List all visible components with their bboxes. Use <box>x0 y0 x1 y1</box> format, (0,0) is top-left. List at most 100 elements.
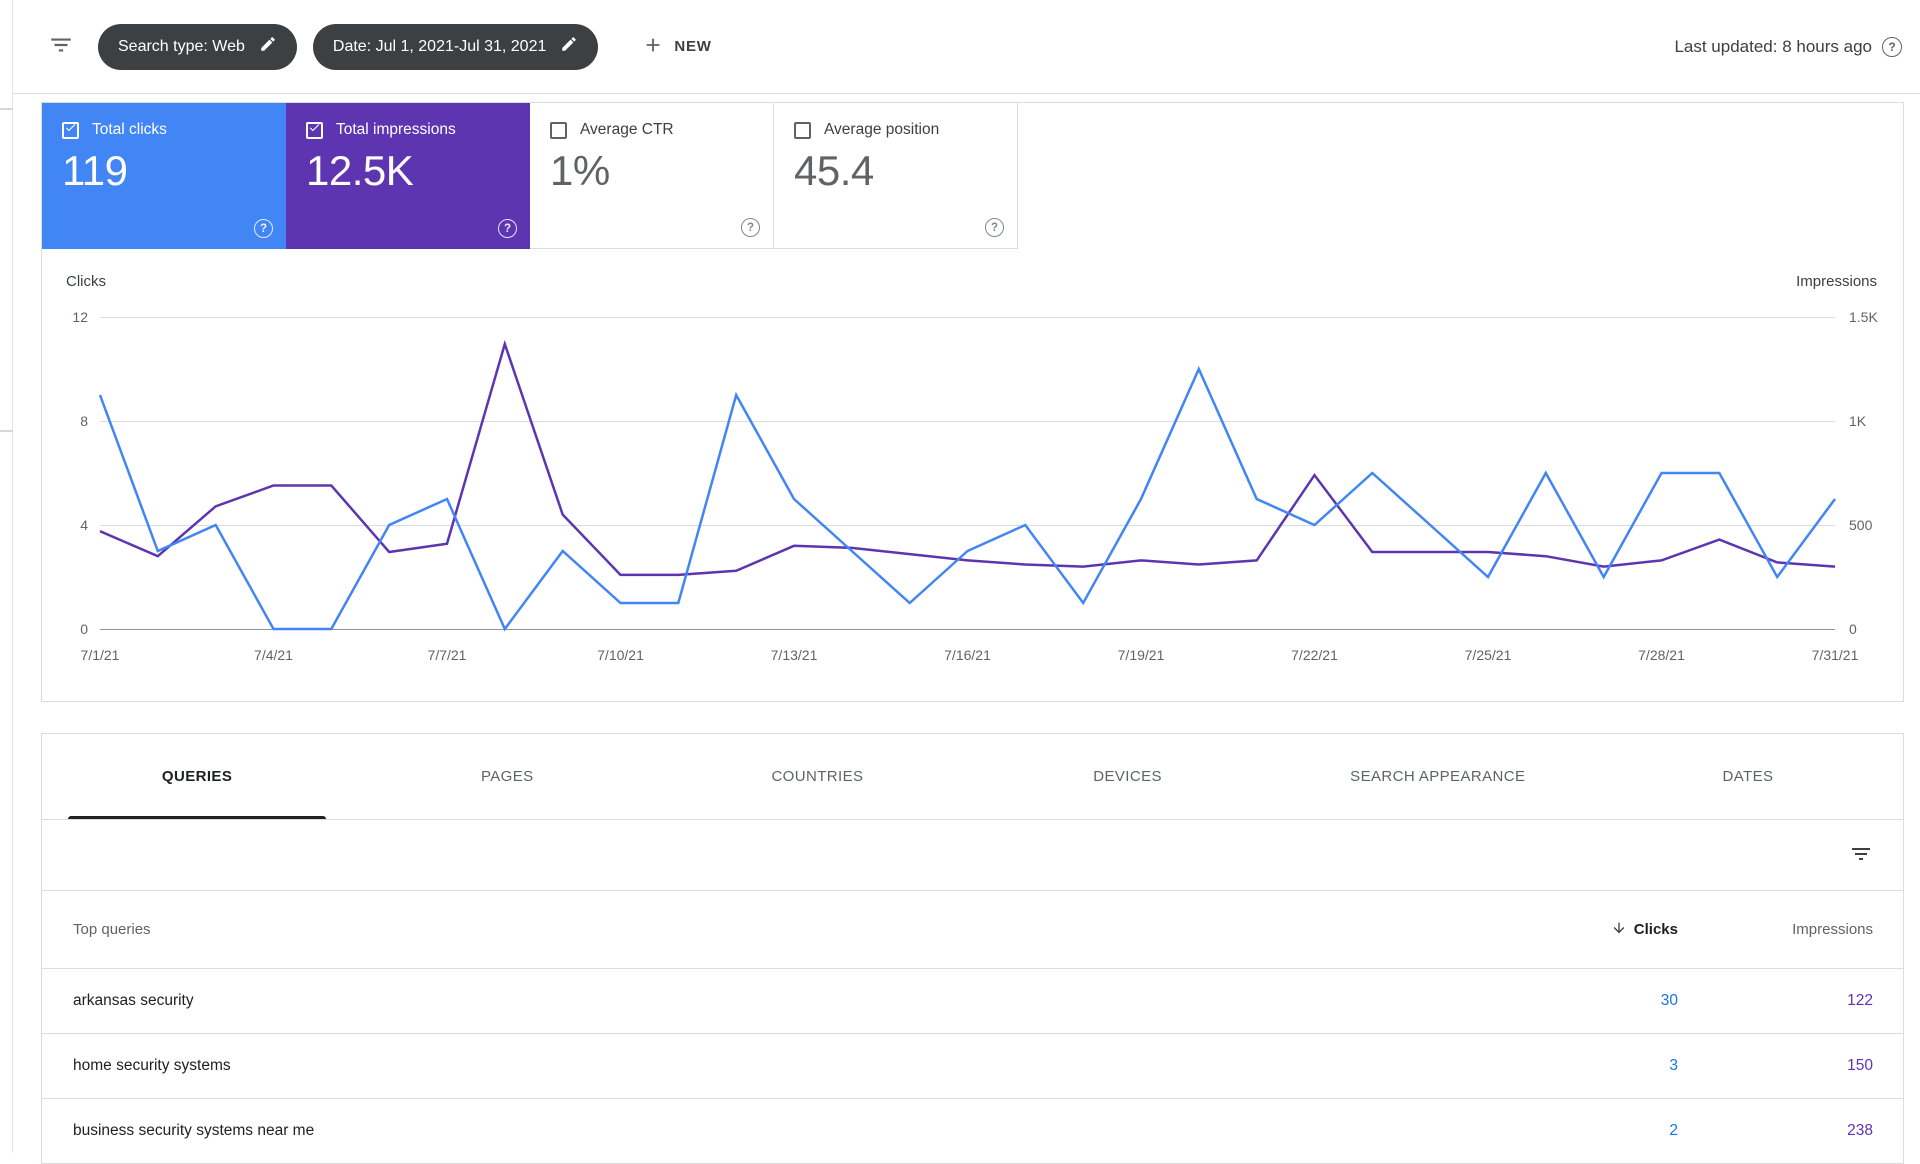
nav-rail-mark <box>0 108 13 110</box>
tab-label: SEARCH APPEARANCE <box>1350 768 1526 785</box>
clicks-line <box>98 365 1837 632</box>
table-row[interactable]: business security systems near me 2 238 <box>42 1099 1903 1164</box>
average-position-checkbox[interactable] <box>794 121 811 139</box>
plus-icon <box>642 34 664 60</box>
help-glyph: ? <box>503 222 512 235</box>
total-impressions-checkbox[interactable] <box>306 121 323 139</box>
search-type-chip-label: Search type: Web <box>118 37 245 55</box>
x-axis-tick: 7/19/21 <box>1117 647 1165 663</box>
help-icon[interactable]: ? <box>498 219 517 238</box>
metric-value: 45.4 <box>794 147 874 194</box>
table-tabs: QUERIES PAGES COUNTRIES DEVICES SEARCH APPEA… <box>42 734 1903 820</box>
x-axis-tick: 7/10/21 <box>597 647 644 663</box>
x-axis-tick: 7/1/21 <box>80 647 120 663</box>
metric-value: 12.5K <box>306 147 414 194</box>
average-position-card[interactable]: Average position 45.4 ? <box>774 103 1018 249</box>
table-body: arkansas security 30 122 home security syst… <box>42 969 1903 1164</box>
tab-queries[interactable]: QUERIES <box>42 734 352 819</box>
table-filter-button[interactable] <box>1849 842 1873 869</box>
chart-plot[interactable] <box>98 317 1837 632</box>
y-axis-tick-right: 1K <box>1849 413 1867 429</box>
filter-list-icon <box>48 32 74 61</box>
metric-label: Total clicks <box>92 121 167 138</box>
help-icon[interactable]: ? <box>254 219 273 238</box>
help-glyph: ? <box>990 221 999 234</box>
left-axis-title: Clicks <box>66 273 106 290</box>
new-filter-label: NEW <box>674 38 712 55</box>
table-filter-row <box>42 820 1903 891</box>
x-axis-tick: 7/22/21 <box>1291 647 1338 663</box>
date-range-chip-label: Date: Jul 1, 2021-Jul 31, 2021 <box>332 37 547 55</box>
nav-rail-mark <box>0 430 13 432</box>
edit-icon <box>560 35 578 58</box>
right-axis-title: Impressions <box>1796 273 1877 290</box>
impressions-cell: 122 <box>1847 992 1873 1009</box>
metric-label: Average CTR <box>580 121 674 138</box>
table-row[interactable]: home security systems 3 150 <box>42 1034 1903 1099</box>
y-axis-tick-right: 1.5K <box>1849 309 1878 325</box>
x-axis-tick: 7/28/21 <box>1638 647 1685 663</box>
clicks-header-label: Clicks <box>1633 921 1678 938</box>
impressions-column-header[interactable]: Impressions <box>1678 921 1903 938</box>
query-cell: arkansas security <box>73 992 194 1009</box>
x-axis-tick: 7/7/21 <box>427 647 467 663</box>
tab-pages[interactable]: PAGES <box>352 734 662 819</box>
tab-devices[interactable]: DEVICES <box>973 734 1283 819</box>
help-glyph: ? <box>259 222 268 235</box>
filter-button[interactable] <box>48 32 74 61</box>
help-icon[interactable]: ? <box>1882 36 1902 57</box>
date-range-chip[interactable]: Date: Jul 1, 2021-Jul 31, 2021 <box>312 23 599 70</box>
last-updated-text: Last updated: 8 hours ago <box>1674 36 1872 56</box>
y-axis-tick-right: 0 <box>1849 621 1857 637</box>
nav-rail-edge <box>0 0 13 1153</box>
total-clicks-card[interactable]: Total clicks 119 ? <box>42 103 286 249</box>
x-axis-tick: 7/31/21 <box>1811 647 1859 663</box>
total-impressions-card[interactable]: Total impressions 12.5K ? <box>286 103 530 249</box>
x-axis-tick: 7/13/21 <box>770 647 818 663</box>
sort-descending-icon <box>1611 920 1627 940</box>
last-updated: Last updated: 8 hours ago ? <box>1674 36 1902 57</box>
help-glyph: ? <box>746 221 755 234</box>
tab-dates[interactable]: DATES <box>1593 734 1903 819</box>
query-table-card: QUERIES PAGES COUNTRIES DEVICES SEARCH APPEA… <box>41 733 1904 1164</box>
query-cell: home security systems <box>73 1057 231 1074</box>
y-axis-tick-left: 8 <box>80 413 88 429</box>
y-axis-tick-left: 0 <box>80 621 88 637</box>
clicks-column-header[interactable]: Clicks <box>1558 920 1678 940</box>
y-axis-tick-right: 500 <box>1849 517 1873 533</box>
tab-label: PAGES <box>480 768 534 785</box>
checkmark-icon <box>64 121 77 139</box>
clicks-cell: 3 <box>1669 1057 1678 1074</box>
metric-cards-row: Total clicks 119 ? Total impressions 12.… <box>42 103 1903 249</box>
x-axis-tick: 7/25/21 <box>1464 647 1512 663</box>
help-icon[interactable]: ? <box>985 218 1004 237</box>
tab-label: DEVICES <box>1093 768 1162 785</box>
tab-search-appearance[interactable]: SEARCH APPEARANCE <box>1283 734 1593 819</box>
y-axis-tick-left: 12 <box>72 309 88 325</box>
tab-label: QUERIES <box>161 768 233 785</box>
top-app-bar: Search type: Web Date: Jul 1, 2021-Jul 3… <box>0 0 1920 94</box>
average-ctr-card[interactable]: Average CTR 1% ? <box>530 103 774 249</box>
total-clicks-checkbox[interactable] <box>62 121 79 139</box>
new-filter-button[interactable]: NEW <box>636 33 717 61</box>
y-axis-tick-left: 4 <box>80 517 88 533</box>
chart-plot-region <box>98 317 1837 632</box>
impressions-line <box>99 339 1836 577</box>
tab-countries[interactable]: COUNTRIES <box>662 734 972 819</box>
impressions-cell: 150 <box>1847 1057 1873 1074</box>
tab-label: DATES <box>1722 768 1774 785</box>
x-axis-tick: 7/16/21 <box>944 647 991 663</box>
impressions-cell: 238 <box>1847 1122 1873 1139</box>
x-axis-tick: 7/4/21 <box>254 647 293 663</box>
search-type-chip[interactable]: Search type: Web <box>98 23 297 70</box>
table-row[interactable]: arkansas security 30 122 <box>42 969 1903 1034</box>
average-ctr-checkbox[interactable] <box>550 121 567 139</box>
metric-label: Total impressions <box>336 121 456 138</box>
filter-list-icon <box>1849 842 1873 869</box>
metric-label: Average position <box>824 121 940 138</box>
help-icon[interactable]: ? <box>741 218 760 237</box>
checkmark-icon <box>308 121 321 139</box>
table-header-row: Top queries Clicks Impressions <box>42 891 1903 969</box>
overview-card: Total clicks 119 ? Total impressions 12.… <box>41 102 1904 702</box>
help-glyph: ? <box>1888 39 1896 54</box>
